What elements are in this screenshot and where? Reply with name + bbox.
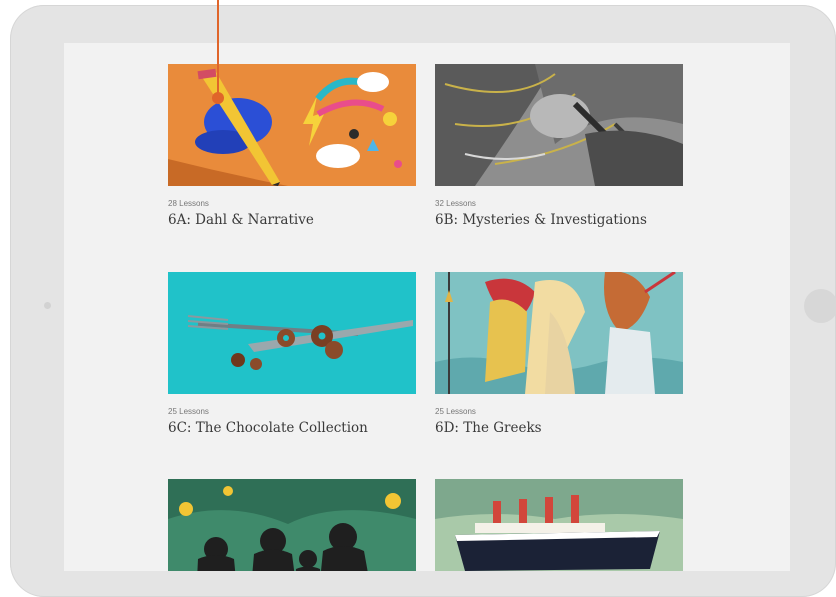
course-title[interactable]: 6C: The Chocolate Collection	[168, 419, 416, 437]
forest-silhouettes-icon[interactable]	[168, 479, 416, 571]
course-grid-screen: 28 Lessons 6A: Dahl & Narrative 32 Lesso…	[64, 43, 790, 571]
course-card-row3-left[interactable]	[168, 479, 416, 571]
fork-knife-chocolate-icon[interactable]	[168, 272, 416, 394]
course-card-6b[interactable]: 32 Lessons 6B: Mysteries & Investigation…	[435, 64, 683, 229]
course-card-row3-right[interactable]	[435, 479, 683, 571]
greek-warriors-icon[interactable]	[435, 272, 683, 394]
lesson-count: 25 Lessons	[435, 407, 476, 416]
ocean-liner-icon[interactable]	[435, 479, 683, 571]
lesson-count: 28 Lessons	[168, 199, 209, 208]
lesson-count: 32 Lessons	[435, 199, 476, 208]
course-card-6c[interactable]: 25 Lessons 6C: The Chocolate Collection	[168, 272, 416, 437]
home-button[interactable]	[804, 289, 836, 323]
course-title[interactable]: 6A: Dahl & Narrative	[168, 211, 416, 229]
course-title[interactable]: 6D: The Greeks	[435, 419, 683, 437]
camera-icon	[44, 302, 51, 309]
engraved-detective-icon[interactable]	[435, 64, 683, 186]
course-card-6a[interactable]: 28 Lessons 6A: Dahl & Narrative	[168, 64, 416, 229]
lesson-count: 25 Lessons	[168, 407, 209, 416]
tablet-frame: 28 Lessons 6A: Dahl & Narrative 32 Lesso…	[10, 5, 836, 597]
illustrated-hand-pencil-icon[interactable]	[168, 64, 416, 186]
course-card-6d[interactable]: 25 Lessons 6D: The Greeks	[435, 272, 683, 437]
pointer-line	[217, 0, 219, 96]
course-title[interactable]: 6B: Mysteries & Investigations	[435, 211, 683, 229]
pointer-dot-icon	[212, 92, 224, 104]
